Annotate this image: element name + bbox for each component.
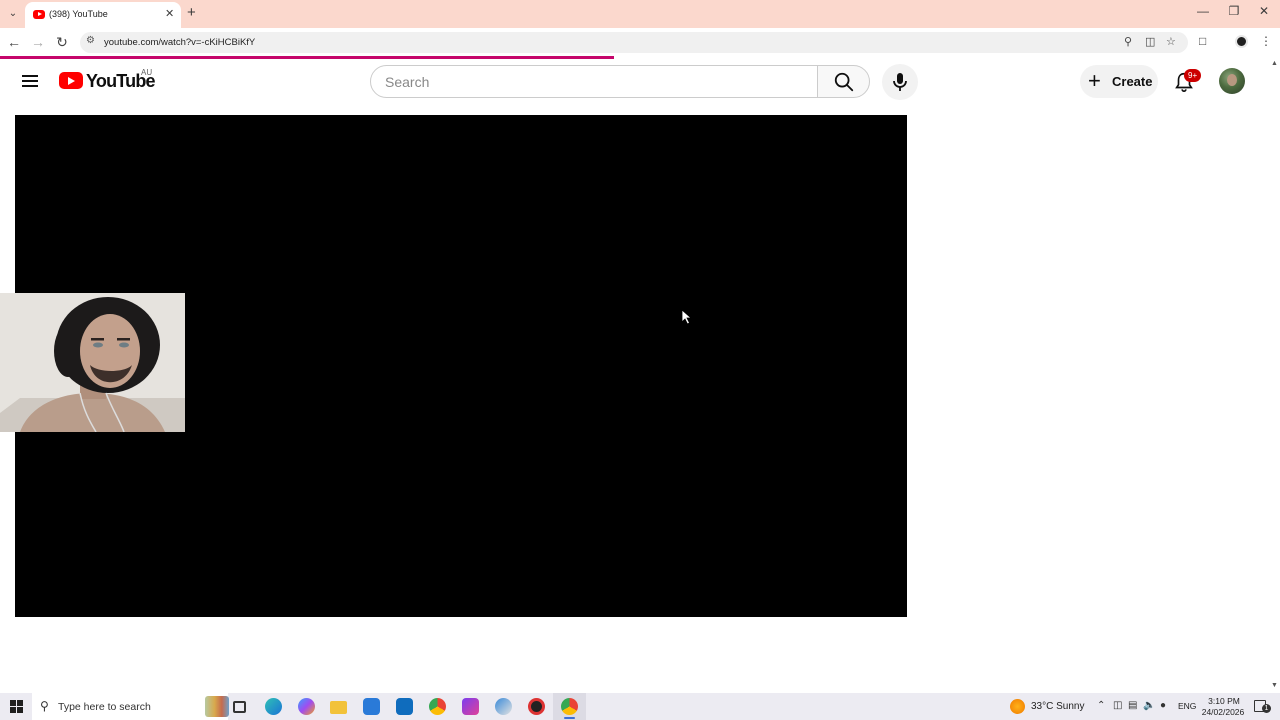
- taskbar-search-icon: ⚲: [40, 699, 49, 713]
- scroll-down-arrow-icon[interactable]: ▼: [1271, 682, 1278, 689]
- notification-count-badge: 9+: [1184, 69, 1202, 82]
- search-box: [370, 65, 818, 98]
- youtube-masthead: YouTube AU + Create 9+: [0, 59, 1270, 105]
- windows-start-icon[interactable]: [10, 700, 23, 713]
- country-code: AU: [141, 68, 153, 77]
- taskbar-search-box[interactable]: ⚲ Type here to search: [32, 693, 229, 720]
- clock-date[interactable]: 24/02/2026: [1200, 707, 1246, 717]
- voice-search-button[interactable]: [882, 64, 918, 100]
- url-text[interactable]: youtube.com/watch?v=-cKiHCBiKfY: [104, 37, 255, 48]
- create-button[interactable]: + Create: [1080, 65, 1158, 98]
- webcam-overlay: [0, 293, 185, 432]
- notification-center-count: 1: [1262, 704, 1271, 713]
- new-tab-plus-icon[interactable]: +: [187, 4, 196, 21]
- clock-time[interactable]: 3:10 PM: [1203, 696, 1245, 706]
- search-icon: [834, 72, 854, 92]
- game-app-icon[interactable]: [487, 693, 520, 720]
- browser-menu-icon[interactable]: ⋮: [1260, 34, 1272, 48]
- recording-app-icon[interactable]: [520, 693, 553, 720]
- outlook-icon[interactable]: [388, 693, 421, 720]
- page-scrollbar[interactable]: ▲ ▼: [1270, 59, 1280, 693]
- weather-sun-icon[interactable]: [1010, 699, 1025, 714]
- minimize-window-icon[interactable]: —: [1193, 4, 1213, 18]
- network-icon[interactable]: ▤: [1128, 700, 1137, 711]
- scroll-up-arrow-icon[interactable]: ▲: [1271, 60, 1278, 67]
- windows-taskbar: ⚲ Type here to search 33°C Sunny ⌃ ◫ ▤ 🔈…: [0, 693, 1280, 720]
- forward-arrow-icon[interactable]: →: [29, 33, 47, 51]
- create-label: Create: [1112, 74, 1153, 89]
- microphone-icon: [893, 73, 907, 91]
- file-explorer-icon[interactable]: [322, 693, 355, 720]
- mouse-cursor-icon: [682, 310, 692, 325]
- chrome-icon[interactable]: [421, 693, 454, 720]
- search-button[interactable]: [817, 65, 870, 98]
- edge-browser-icon[interactable]: [257, 693, 290, 720]
- close-window-icon[interactable]: ✕: [1254, 4, 1274, 18]
- tray-app-icon[interactable]: ◫: [1113, 700, 1122, 711]
- back-arrow-icon[interactable]: ←: [5, 33, 23, 51]
- task-view-icon[interactable]: [223, 693, 256, 720]
- account-avatar[interactable]: [1219, 68, 1245, 94]
- search-input[interactable]: [385, 73, 805, 91]
- volume-icon[interactable]: 🔈: [1143, 700, 1155, 711]
- microphone-tray-icon[interactable]: ●: [1160, 700, 1166, 711]
- reload-icon[interactable]: ↻: [53, 33, 71, 51]
- input-language[interactable]: ENG: [1178, 701, 1196, 711]
- youtube-logo-icon[interactable]: [59, 72, 83, 89]
- show-hidden-icons-chevron-icon[interactable]: ⌃: [1097, 700, 1105, 711]
- browser-tab[interactable]: (398) YouTube ✕: [25, 2, 181, 28]
- tab-close-icon[interactable]: ✕: [165, 7, 174, 20]
- copilot-icon[interactable]: [290, 693, 323, 720]
- taskbar-search-placeholder: Type here to search: [58, 701, 151, 713]
- youtube-favicon-icon: [33, 10, 45, 19]
- browser-profile-avatar[interactable]: [1235, 35, 1248, 48]
- extensions-icon[interactable]: □: [1199, 34, 1206, 48]
- webcam-person-image: [0, 293, 185, 432]
- tab-search-chevron-icon[interactable]: ⌄: [5, 7, 21, 21]
- plus-icon: +: [1088, 68, 1101, 93]
- restore-window-icon[interactable]: ❐: [1224, 4, 1244, 18]
- site-info-icon[interactable]: ⚙: [86, 35, 95, 46]
- microsoft-store-icon[interactable]: [355, 693, 388, 720]
- guide-menu-icon[interactable]: [20, 71, 40, 91]
- address-bar[interactable]: ⚙ youtube.com/watch?v=-cKiHCBiKfY ⚲ ◫ ☆: [80, 32, 1188, 53]
- tab-title: (398) YouTube: [49, 9, 108, 19]
- install-app-icon[interactable]: ◫: [1145, 35, 1155, 48]
- zoom-icon[interactable]: ⚲: [1124, 35, 1132, 48]
- movies-app-icon[interactable]: [454, 693, 487, 720]
- weather-text[interactable]: 33°C Sunny: [1031, 701, 1084, 712]
- chrome-active-window-icon[interactable]: [553, 693, 586, 720]
- browser-toolbar: ← → ↻ ⚙ youtube.com/watch?v=-cKiHCBiKfY …: [0, 28, 1280, 56]
- browser-tab-strip: ⌄ (398) YouTube ✕ + — ❐ ✕: [0, 0, 1280, 28]
- bookmark-star-icon[interactable]: ☆: [1166, 35, 1176, 48]
